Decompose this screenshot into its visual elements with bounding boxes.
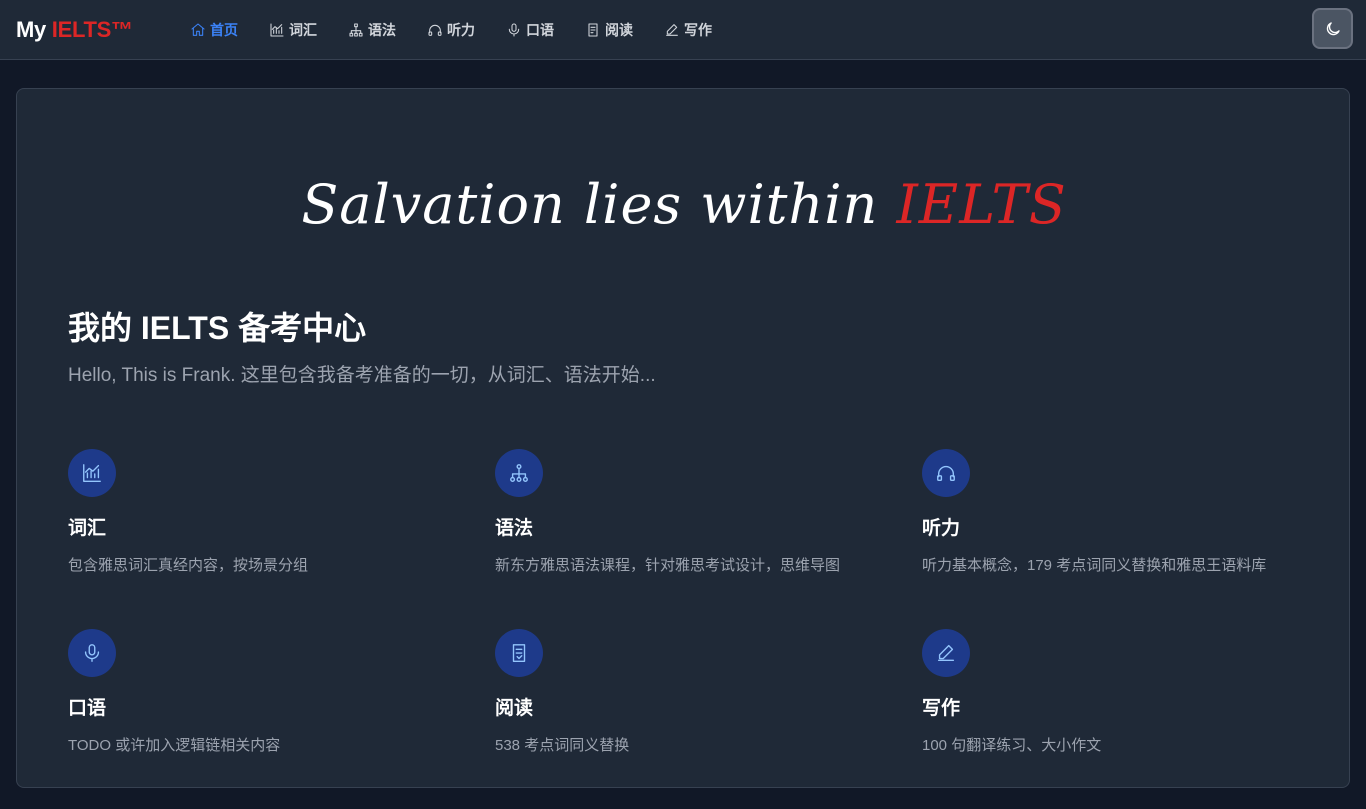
feature-title: 口语 [68, 698, 107, 719]
feature-grid: 词汇 包含雅思词汇真经内容，按场景分组 语法 新东方雅思语法课程，针对雅思考试设… [68, 449, 1308, 809]
feature-vocabulary[interactable]: 词汇 包含雅思词汇真经内容，按场景分组 [68, 449, 495, 629]
nav-item-label: 听力 [447, 22, 475, 38]
feature-description: 包含雅思词汇真经内容，按场景分组 [68, 557, 309, 574]
home-icon [191, 23, 205, 36]
feature-title: 写作 [922, 698, 961, 719]
nav-item-label: 语法 [368, 22, 396, 38]
main-card: Salvation lies within IELTS 我的 IELTS 备考中… [16, 88, 1350, 788]
microphone-icon [84, 644, 100, 662]
main-nav: 首页 词汇 语法 听力 口语 阅读 写作 [182, 0, 735, 60]
nav-item-reading[interactable]: 阅读 [577, 12, 641, 48]
nav-item-label: 词汇 [289, 22, 317, 38]
feature-description: 听力基本概念，179 考点词同义替换和雅思王语料库 [922, 557, 1267, 574]
nav-item-label: 首页 [210, 22, 238, 38]
document-icon [512, 644, 526, 662]
pencil-icon [937, 644, 955, 662]
feature-description: TODO 或许加入逻辑链相关内容 [68, 737, 281, 754]
nav-item-speaking[interactable]: 口语 [498, 12, 562, 48]
feature-reading[interactable]: 阅读 538 考点词同义替换 [495, 629, 922, 809]
brand-text-my: My [16, 17, 52, 42]
page-subtitle: Hello, This is Frank. 这里包含我备考准备的一切，从词汇、语… [68, 365, 656, 386]
moon-icon [1326, 21, 1340, 35]
feature-speaking[interactable]: 口语 TODO 或许加入逻辑链相关内容 [68, 629, 495, 809]
feature-title: 阅读 [495, 698, 534, 719]
hero-text: Salvation lies within [301, 173, 897, 236]
chart-icon [270, 23, 284, 37]
hero-heading: Salvation lies within IELTS [17, 173, 1351, 236]
feature-listening[interactable]: 听力 听力基本概念，179 考点词同义替换和雅思王语料库 [922, 449, 1308, 629]
sitemap-icon [349, 23, 363, 37]
hero-accent: IELTS [896, 173, 1067, 236]
feature-icon-wrapper [922, 629, 970, 677]
document-icon [588, 23, 598, 37]
nav-item-home[interactable]: 首页 [182, 12, 246, 48]
nav-item-label: 阅读 [605, 22, 633, 38]
page-title: 我的 IELTS 备考中心 [68, 310, 367, 346]
feature-icon-wrapper [495, 449, 543, 497]
nav-item-writing[interactable]: 写作 [656, 12, 720, 48]
chart-icon [83, 464, 101, 482]
brand-text-ielts: IELTS™ [51, 17, 133, 42]
feature-description: 538 考点词同义替换 [495, 737, 630, 754]
feature-description: 100 句翻译练习、大小作文 [922, 737, 1102, 754]
feature-title: 听力 [922, 518, 961, 539]
nav-item-label: 口语 [526, 22, 554, 38]
nav-item-label: 写作 [684, 22, 712, 38]
sitemap-icon [510, 464, 528, 482]
headphones-icon [937, 465, 955, 482]
nav-item-grammar[interactable]: 语法 [340, 12, 404, 48]
feature-icon-wrapper [922, 449, 970, 497]
pencil-icon [666, 24, 678, 36]
feature-writing[interactable]: 写作 100 句翻译练习、大小作文 [922, 629, 1308, 809]
feature-icon-wrapper [68, 449, 116, 497]
microphone-icon [508, 23, 520, 37]
nav-item-listening[interactable]: 听力 [419, 12, 483, 48]
headphones-icon [428, 24, 442, 36]
feature-icon-wrapper [68, 629, 116, 677]
navbar: My IELTS™ 首页 词汇 语法 听力 口语 阅读 写作 [0, 0, 1366, 60]
theme-toggle-button[interactable] [1312, 8, 1353, 49]
brand-logo[interactable]: My IELTS™ [16, 17, 133, 43]
nav-item-vocabulary[interactable]: 词汇 [261, 12, 325, 48]
feature-title: 词汇 [68, 518, 107, 539]
feature-title: 语法 [495, 518, 534, 539]
feature-grammar[interactable]: 语法 新东方雅思语法课程，针对雅思考试设计，思维导图 [495, 449, 922, 629]
feature-icon-wrapper [495, 629, 543, 677]
feature-description: 新东方雅思语法课程，针对雅思考试设计，思维导图 [495, 557, 841, 574]
